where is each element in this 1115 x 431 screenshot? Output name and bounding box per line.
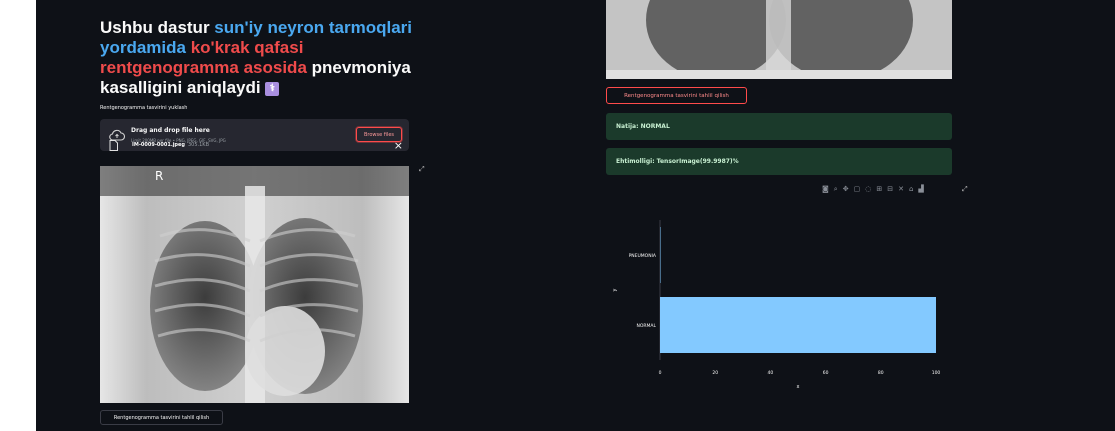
y-tick-label: NORMAL (636, 323, 656, 329)
file-icon (109, 140, 118, 151)
title-part-1: Ushbu dastur (100, 18, 215, 37)
chart-fullscreen-icon[interactable]: ⤢ (962, 185, 968, 194)
remove-file-icon[interactable]: × (394, 139, 403, 153)
box-select-icon[interactable]: ▢ (854, 185, 861, 195)
autoscale-icon[interactable]: ✕ (898, 185, 904, 195)
x-tick-label: 40 (768, 370, 774, 376)
file-name: IM-0009-0001.jpeg 305.1KB (132, 142, 209, 148)
analyze-button-right[interactable]: Rentgenogramma tasvirini tahlil qilish (606, 87, 747, 104)
fullscreen-icon[interactable]: ⤢ (419, 165, 427, 173)
camera-icon[interactable]: ◙ (822, 185, 829, 195)
y-tick-label: PNEUMONIA (629, 253, 657, 259)
probability-bar-chart: NORMAL PNEUMONIA 0 20 40 60 80 100 x y (612, 220, 941, 390)
zoom-out-icon[interactable]: ⊟ (887, 185, 893, 195)
drag-drop-text: Drag and drop file here (131, 127, 210, 134)
result-alert: Natija: NORMAL (606, 113, 952, 140)
x-tick-label: 100 (932, 370, 941, 376)
lasso-icon[interactable]: ◌ (865, 185, 871, 195)
uploader-label: Rentgenogramma tasvirini yuklash (100, 105, 188, 111)
file-name-text: IM-0009-0001.jpeg (132, 142, 185, 148)
bar-normal (660, 297, 936, 353)
x-tick-label: 0 (659, 370, 662, 376)
chart-toolbar: ◙ ⌕ ✥ ▢ ◌ ⊞ ⊟ ✕ ⌂ ▟ (822, 185, 924, 195)
y-axis-label: y (612, 288, 618, 291)
analyze-button-left[interactable]: Rentgenogramma tasvirini tahlil qilish (100, 410, 223, 425)
uploaded-file-row: IM-0009-0001.jpeg 305.1KB × (100, 139, 409, 155)
plotly-logo-icon[interactable]: ▟ (918, 185, 923, 195)
xray-image: R (100, 166, 409, 403)
probability-alert: Ehtimolligi: TensorImage(99.9987)% (606, 148, 952, 175)
xray-image-top (606, 0, 952, 80)
xray-marker: R (155, 169, 163, 183)
bar-pneumonia (660, 227, 661, 283)
x-tick-label: 20 (712, 370, 718, 376)
caduceus-icon: ⚕ (265, 81, 280, 96)
left-column: Ushbu dastur sun'iy neyron tarmoqlari yo… (100, 18, 430, 151)
zoom-icon[interactable]: ⌕ (834, 185, 838, 195)
x-tick-label: 80 (878, 370, 884, 376)
x-tick-label: 60 (823, 370, 829, 376)
page-title: Ushbu dastur sun'iy neyron tarmoqlari yo… (100, 18, 420, 98)
x-axis-label: x (797, 384, 800, 390)
pan-icon[interactable]: ✥ (843, 185, 849, 195)
zoom-in-icon[interactable]: ⊞ (876, 185, 882, 195)
file-size: 305.1KB (187, 142, 210, 148)
home-icon[interactable]: ⌂ (909, 185, 913, 195)
